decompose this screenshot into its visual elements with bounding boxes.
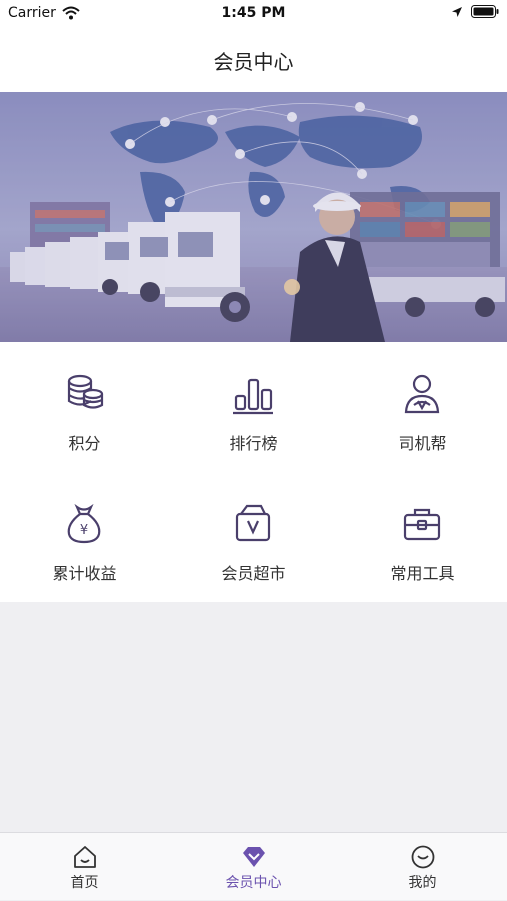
feature-label: 累计收益 bbox=[52, 564, 117, 583]
feature-grid: 积分 排行榜 司机帮 ¥ 累计收益 会员超市 常用工具 bbox=[0, 342, 507, 602]
status-bar: Carrier 1:45 PM bbox=[0, 0, 507, 28]
banner-illustration bbox=[0, 92, 507, 342]
battery-icon bbox=[471, 5, 499, 18]
ranking-bars-icon bbox=[233, 378, 273, 415]
location-arrow-icon bbox=[452, 6, 462, 17]
driver-user-icon bbox=[404, 374, 440, 414]
feature-member-mall[interactable]: 会员超市 bbox=[169, 472, 338, 602]
feature-common-tools[interactable]: 常用工具 bbox=[338, 472, 507, 602]
tab-label: 我的 bbox=[408, 875, 437, 891]
coins-stack-icon bbox=[67, 374, 104, 409]
tab-label: 会员中心 bbox=[225, 875, 282, 891]
diamond-icon bbox=[243, 847, 265, 867]
page-title: 会员中心 bbox=[213, 50, 294, 74]
tab-member-center[interactable]: 会员中心 bbox=[169, 833, 338, 901]
tab-profile[interactable]: 我的 bbox=[338, 833, 507, 901]
feature-label: 司机帮 bbox=[398, 434, 447, 453]
feature-label: 积分 bbox=[68, 434, 101, 453]
banner-image[interactable] bbox=[0, 92, 507, 342]
shopping-bag-icon bbox=[235, 504, 271, 542]
status-time: 1:45 PM bbox=[221, 5, 286, 21]
nav-bar: 会员中心 bbox=[0, 28, 507, 92]
home-icon bbox=[74, 846, 96, 868]
feature-ranking[interactable]: 排行榜 bbox=[169, 342, 338, 472]
money-bag-icon: ¥ bbox=[67, 503, 101, 544]
feature-label: 常用工具 bbox=[390, 564, 455, 583]
feature-points[interactable]: 积分 bbox=[0, 342, 169, 472]
feature-label: 会员超市 bbox=[221, 564, 286, 583]
status-right bbox=[451, 5, 499, 18]
feature-driver-help[interactable]: 司机帮 bbox=[338, 342, 507, 472]
feature-earnings[interactable]: ¥ 累计收益 bbox=[0, 472, 169, 602]
toolbox-icon bbox=[403, 508, 441, 541]
svg-text:¥: ¥ bbox=[80, 523, 88, 538]
tab-bar: 首页 会员中心 我的 bbox=[0, 832, 507, 900]
feature-label: 排行榜 bbox=[229, 434, 278, 453]
tab-home[interactable]: 首页 bbox=[0, 833, 169, 901]
smiley-icon bbox=[411, 845, 435, 869]
tab-label: 首页 bbox=[70, 875, 99, 891]
